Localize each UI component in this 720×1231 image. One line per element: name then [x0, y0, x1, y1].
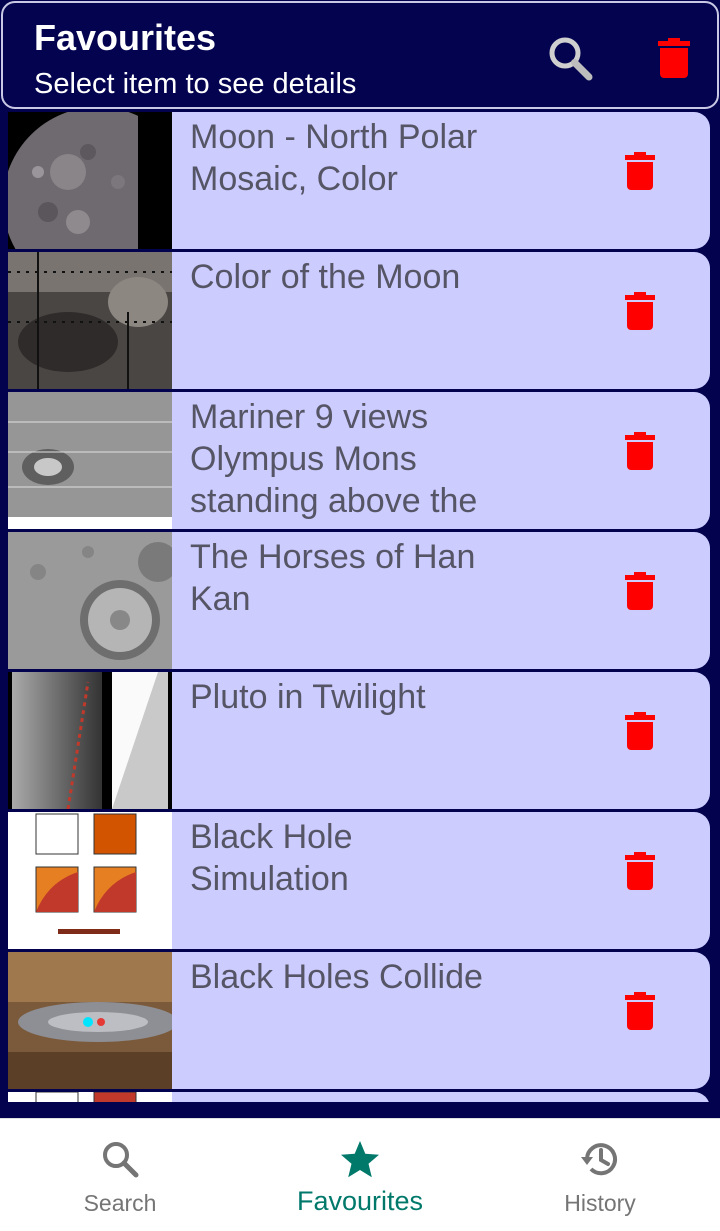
app-root: Favourites Select item to see details Mo…	[0, 0, 720, 1231]
favourite-title: Moon - North Polar Mosaic, Color	[190, 118, 478, 198]
delete-all-trash-icon[interactable]	[658, 38, 690, 78]
favourite-title: Black Hole Simulation	[190, 818, 353, 898]
nav-tab-search[interactable]: Search	[0, 1119, 240, 1231]
favourite-card[interactable]: Mariner 9 views Olympus Mons standing ab…	[172, 392, 710, 529]
favourite-title: Black Holes Collide	[190, 958, 483, 996]
list-item[interactable]: Pluto in Twilight	[8, 672, 712, 809]
delete-item-trash-icon[interactable]	[625, 432, 655, 470]
moon-north-polar-thumbnail	[8, 112, 172, 249]
delete-item-trash-icon[interactable]	[625, 152, 655, 190]
delete-item-trash-icon[interactable]	[625, 712, 655, 750]
favourite-title: The Horses of Han Kan	[190, 538, 476, 618]
list-item[interactable]: The Horses of Han Kan	[8, 532, 712, 669]
list-item[interactable]	[8, 1092, 712, 1102]
nav-label-history: History	[564, 1190, 636, 1216]
list-item[interactable]: Black Holes Collide	[8, 952, 712, 1089]
favourite-title: Color of the Moon	[190, 258, 461, 296]
search-icon	[100, 1139, 140, 1179]
black-hole-simulation-thumbnail	[8, 812, 172, 949]
list-item[interactable]: Moon - North Polar Mosaic, Color	[8, 112, 712, 249]
list-item[interactable]: Mariner 9 views Olympus Mons standing ab…	[8, 392, 712, 529]
favourite-title: Pluto in Twilight	[190, 678, 426, 716]
favourite-card[interactable]: Pluto in Twilight	[172, 672, 710, 809]
olympus-mons-thumbnail	[8, 392, 172, 529]
star-icon	[340, 1139, 380, 1179]
favourite-card[interactable]: Moon - North Polar Mosaic, Color	[172, 112, 710, 249]
bottom-navigation: Search Favourites History	[0, 1118, 720, 1231]
nav-label-search: Search	[83, 1190, 157, 1216]
pluto-twilight-thumbnail	[8, 672, 172, 809]
delete-item-trash-icon[interactable]	[625, 852, 655, 890]
nav-label-favourites: Favourites	[296, 1186, 424, 1216]
favourite-card[interactable]: Black Hole Simulation	[172, 812, 710, 949]
color-of-moon-thumbnail	[8, 252, 172, 389]
favourites-list[interactable]: Moon - North Polar Mosaic, Color Color o…	[8, 112, 712, 1102]
partial-thumbnail	[8, 1092, 172, 1102]
crater-thumbnail	[8, 532, 172, 669]
favourite-card[interactable]	[172, 1092, 710, 1102]
search-icon[interactable]	[546, 34, 594, 82]
favourite-card[interactable]: Color of the Moon	[172, 252, 710, 389]
favourite-card[interactable]: The Horses of Han Kan	[172, 532, 710, 669]
page-title: Favourites	[34, 17, 217, 58]
list-item[interactable]: Color of the Moon	[8, 252, 712, 389]
page-subtitle: Select item to see details	[34, 68, 357, 100]
delete-item-trash-icon[interactable]	[625, 992, 655, 1030]
favourite-title: Mariner 9 views Olympus Mons standing ab…	[190, 398, 478, 520]
app-header: Favourites Select item to see details	[1, 1, 719, 109]
black-holes-collide-thumbnail	[8, 952, 172, 1089]
favourite-card[interactable]: Black Holes Collide	[172, 952, 710, 1089]
delete-item-trash-icon[interactable]	[625, 572, 655, 610]
nav-tab-history[interactable]: History	[480, 1119, 720, 1231]
list-item[interactable]: Black Hole Simulation	[8, 812, 712, 949]
nav-tab-favourites[interactable]: Favourites	[240, 1119, 480, 1231]
delete-item-trash-icon[interactable]	[625, 292, 655, 330]
history-icon	[580, 1139, 620, 1179]
